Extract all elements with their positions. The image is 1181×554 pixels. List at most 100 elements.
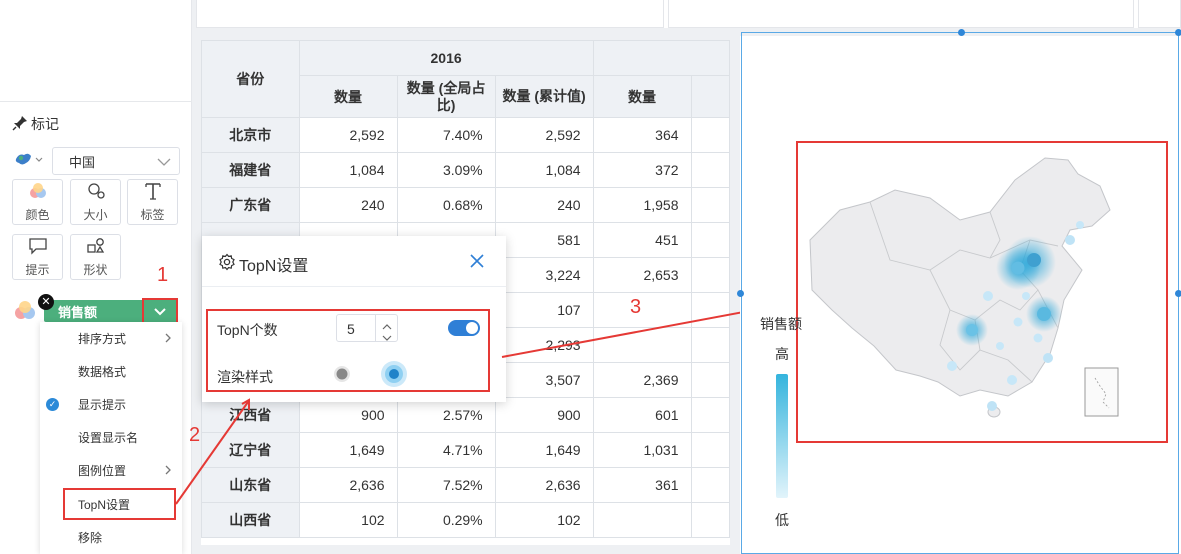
legend-low-label: 低 xyxy=(775,512,789,528)
render-style-option-static[interactable] xyxy=(331,363,353,388)
year-header-next xyxy=(592,40,730,76)
close-icon[interactable] xyxy=(468,252,488,272)
pin-icon xyxy=(12,115,28,134)
table-cell xyxy=(690,152,730,188)
column-header xyxy=(690,75,730,118)
legend-gradient xyxy=(776,374,788,498)
table-cell: 2,293 xyxy=(494,327,594,363)
table-cell: 601 xyxy=(592,397,692,433)
table-cell: 2,592 xyxy=(494,117,594,153)
table-row: 山东省 2,636 7.52% 2,636 361 xyxy=(201,467,730,503)
label-button[interactable]: 标签 xyxy=(127,179,178,225)
field-menu-button[interactable] xyxy=(142,298,178,324)
color-button[interactable]: 颜色 xyxy=(12,179,63,225)
table-row: 江西省 900 2.57% 900 601 xyxy=(201,397,730,433)
table-cell: 2,592 xyxy=(298,117,398,153)
label-icon xyxy=(143,182,163,203)
table-cell: 102 xyxy=(494,502,594,538)
table-cell: 4.71% xyxy=(396,432,496,468)
menu-item-label: 图例位置 xyxy=(78,464,127,478)
legend-high-label: 高 xyxy=(775,346,789,362)
resize-handle[interactable] xyxy=(1175,29,1181,36)
table-cell: 102 xyxy=(298,502,398,538)
table-cell: 1,649 xyxy=(494,432,594,468)
table-cell: 1,084 xyxy=(494,152,594,188)
table-cell: 2,369 xyxy=(592,362,692,398)
table-cell: 2.57% xyxy=(396,397,496,433)
table-cell: 364 xyxy=(592,117,692,153)
column-header: 数量 xyxy=(592,75,692,118)
table-cell: 3,224 xyxy=(494,257,594,293)
table-cell xyxy=(690,257,730,293)
menu-item-remove[interactable]: 移除 xyxy=(40,521,182,554)
chevron-down-icon xyxy=(153,304,167,319)
table-cell xyxy=(690,362,730,398)
table-cell: 372 xyxy=(592,152,692,188)
size-button[interactable]: 大小 xyxy=(70,179,121,225)
table-cell: 451 xyxy=(592,222,692,258)
menu-item-label: 显示提示 xyxy=(78,398,127,412)
tooltip-button[interactable]: 提示 xyxy=(12,234,63,280)
stepper-controls xyxy=(375,315,398,341)
map-type-selector[interactable] xyxy=(14,150,44,170)
table-cell xyxy=(690,187,730,223)
render-style-option-glow[interactable] xyxy=(380,360,408,391)
highlight-box-map xyxy=(796,141,1168,443)
table-cell: 3,507 xyxy=(494,362,594,398)
row-province: 辽宁省 xyxy=(201,432,300,468)
marks-title: 标记 xyxy=(31,116,59,132)
table-cell xyxy=(690,502,730,538)
column-header: 数量 xyxy=(298,75,398,118)
map-region-value: 中国 xyxy=(69,154,96,170)
table-cell: 361 xyxy=(592,467,692,503)
menu-item-show-tooltip[interactable]: ✓ 显示提示 xyxy=(40,388,182,421)
resize-handle[interactable] xyxy=(737,290,744,297)
top-card xyxy=(668,0,1134,28)
topn-count-value: 5 xyxy=(347,321,355,337)
menu-item-legend-position[interactable]: 图例位置 xyxy=(40,454,182,487)
row-province: 江西省 xyxy=(201,397,300,433)
table-cell xyxy=(592,502,692,538)
menu-item-label: 移除 xyxy=(78,531,103,545)
size-label: 大小 xyxy=(83,207,108,222)
dialog-divider xyxy=(202,286,506,287)
tooltip-icon xyxy=(28,237,48,258)
table-row: 广东省 240 0.68% 240 1,958 xyxy=(201,187,730,223)
color-label: 颜色 xyxy=(25,207,50,222)
annotation-number: 3 xyxy=(630,296,642,318)
table-cell: 1,958 xyxy=(592,187,692,223)
remove-field-icon[interactable]: ✕ xyxy=(38,294,54,310)
table-cell xyxy=(690,432,730,468)
resize-handle[interactable] xyxy=(1175,290,1181,297)
shape-button[interactable]: 形状 xyxy=(70,234,121,280)
topn-enable-toggle[interactable] xyxy=(448,320,480,336)
chevron-right-icon xyxy=(165,332,172,346)
table-cell: 900 xyxy=(298,397,398,433)
top-card xyxy=(1138,0,1181,28)
chevron-down-icon[interactable] xyxy=(382,330,392,345)
menu-item-display-name[interactable]: 设置显示名 xyxy=(40,421,182,454)
map-icon xyxy=(14,150,44,171)
table-cell: 7.40% xyxy=(396,117,496,153)
topn-count-stepper[interactable]: 5 xyxy=(336,314,398,342)
row-province: 山东省 xyxy=(201,467,300,503)
year-header: 2016 xyxy=(298,40,594,76)
top-card xyxy=(196,0,664,28)
map-region-select[interactable]: 中国 xyxy=(52,147,180,175)
chevron-right-icon xyxy=(165,464,172,478)
marks-header: 标记 xyxy=(12,114,59,134)
sales-field-label: 销售额 xyxy=(58,304,98,320)
color-icon xyxy=(28,182,48,203)
annotation-number: 1 xyxy=(157,264,169,286)
resize-handle[interactable] xyxy=(958,29,965,36)
shape-icon xyxy=(86,237,106,258)
menu-item-data-format[interactable]: 数据格式 xyxy=(40,355,182,388)
tooltip-label: 提示 xyxy=(25,262,50,277)
row-province: 广东省 xyxy=(201,187,300,223)
table-cell: 107 xyxy=(494,292,594,328)
table-cell: 240 xyxy=(494,187,594,223)
row-province: 北京市 xyxy=(201,117,300,153)
gear-icon xyxy=(218,253,236,276)
highlight-box-topn-menu xyxy=(63,488,176,520)
menu-item-sort[interactable]: 排序方式 xyxy=(40,322,182,355)
